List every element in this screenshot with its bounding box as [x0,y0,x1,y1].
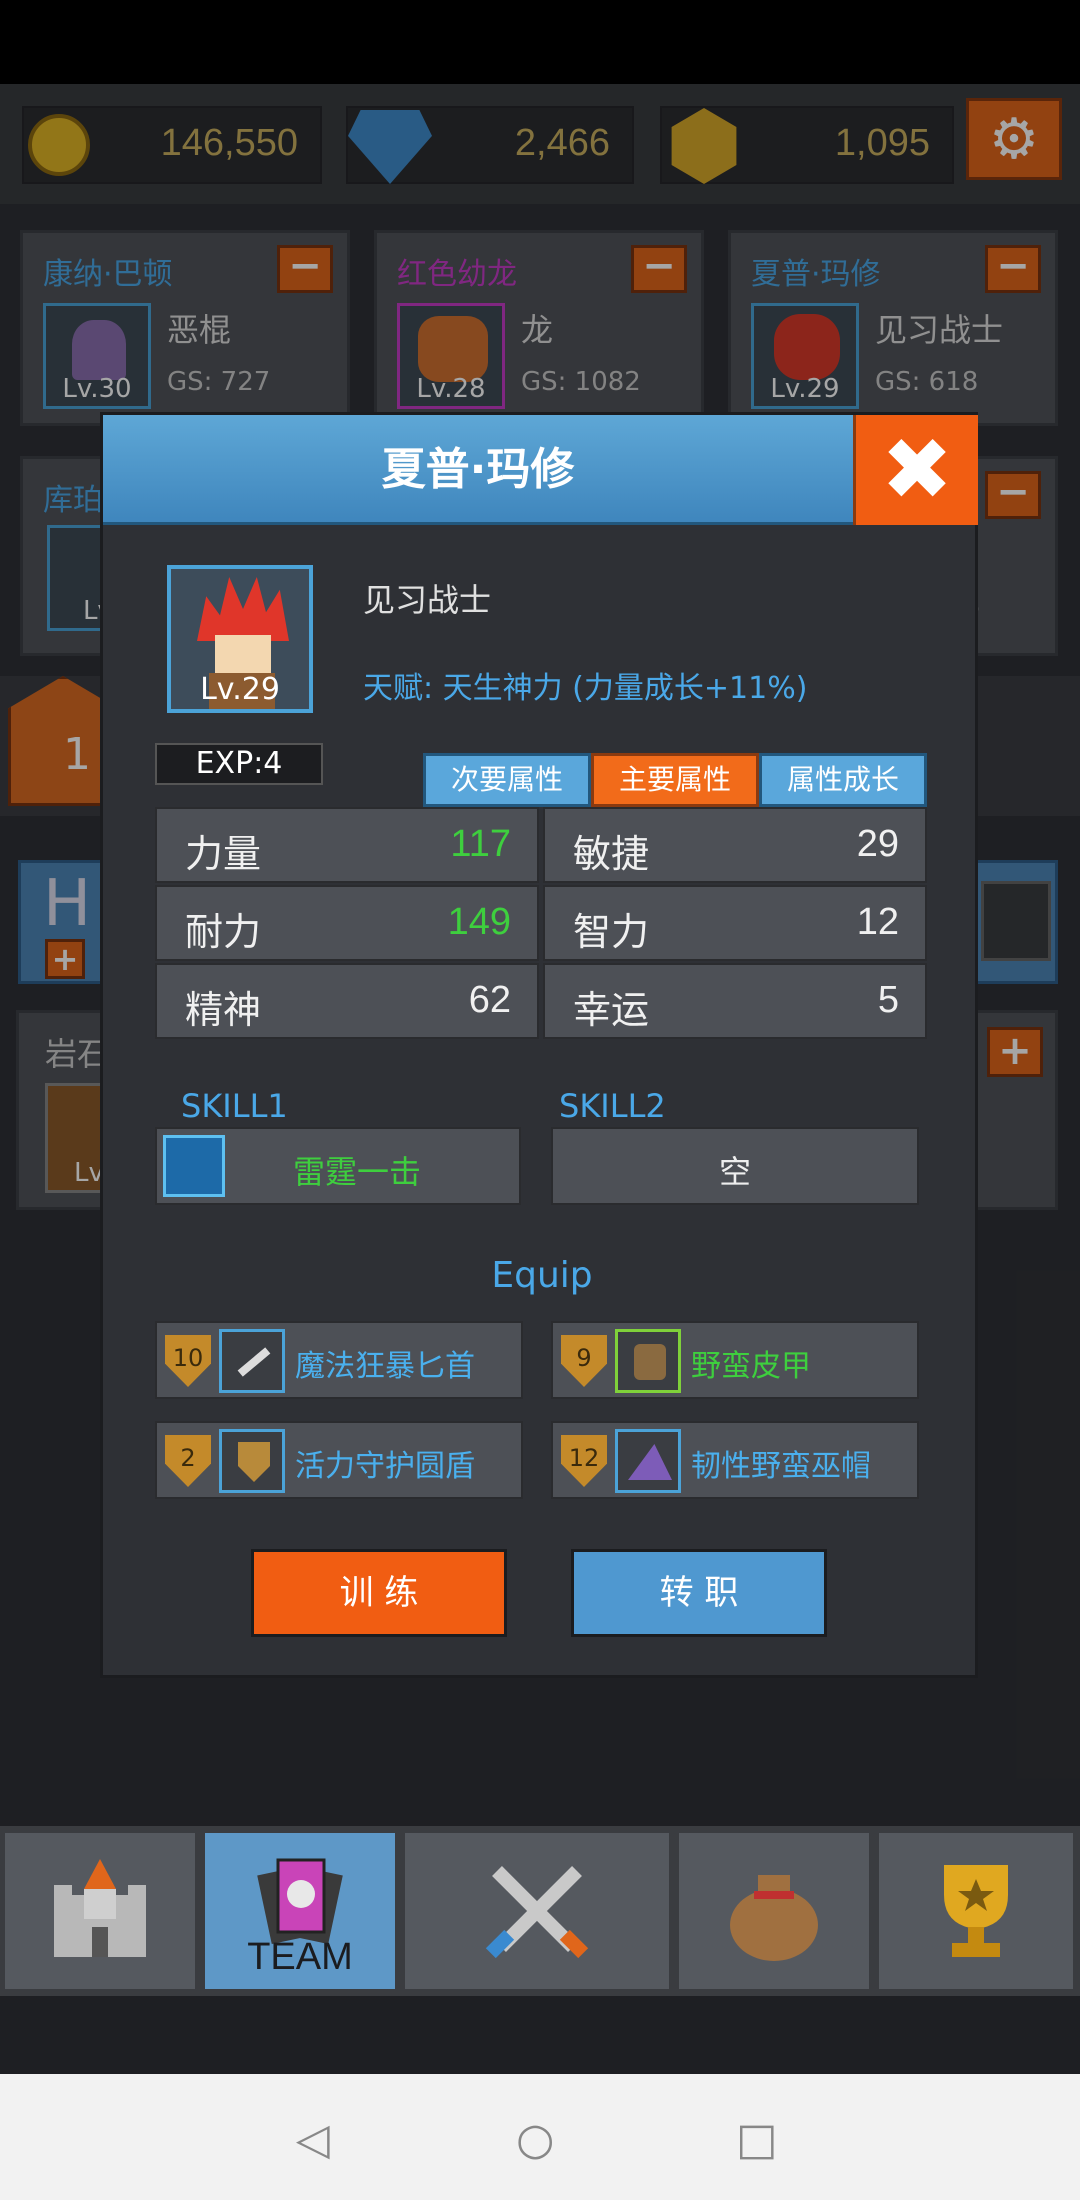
equip-slot-weapon[interactable]: 10 魔法狂暴匕首 [155,1321,523,1399]
stat-row: 力量 117 [155,807,539,883]
skill1-label: SKILL1 [181,1087,288,1125]
home-icon[interactable]: ○ [516,2114,554,2165]
stat-label: 耐力 [185,910,262,954]
job-change-button[interactable]: 转 职 [571,1549,827,1637]
hero-portrait: Lv.29 [167,565,313,713]
leather-armor-icon [615,1329,681,1393]
equip-slot-shield[interactable]: 2 活力守护圆盾 [155,1421,523,1499]
modal-title: 夏普·玛修 [381,444,575,495]
equip-name: 魔法狂暴匕首 [295,1349,475,1384]
bottom-nav: TEAM [0,1826,1080,1996]
castle-icon [54,1859,146,1957]
stat-label: 力量 [185,832,262,876]
trophy-icon [944,1865,1008,1957]
dagger-icon [219,1329,285,1393]
stat-value: 62 [468,979,511,1021]
close-icon: ✖ [880,420,954,520]
item-level-shield: 12 [561,1435,607,1487]
skill2-slot[interactable]: 空 [551,1127,919,1205]
stat-label: 敏捷 [573,832,650,876]
exp-display: EXP:4 [155,743,323,785]
nav-battle[interactable] [402,1830,672,1992]
system-nav-bar: ◁ ○ □ [0,2074,1080,2200]
train-button[interactable]: 训 练 [251,1549,507,1637]
nav-team-label: TEAM [247,1936,353,1978]
bag-icon [730,1875,818,1961]
stat-value: 149 [447,901,511,943]
equip-name: 活力守护圆盾 [295,1449,475,1484]
recents-icon[interactable]: □ [736,2114,778,2165]
equip-slot-helmet[interactable]: 12 韧性野蛮巫帽 [551,1421,919,1499]
stat-row: 精神 62 [155,963,539,1039]
back-icon[interactable]: ◁ [296,2114,330,2165]
item-level-shield: 2 [165,1435,211,1487]
wizard-hat-icon [615,1429,681,1493]
hero-face-sprite [215,635,271,677]
hero-level: Lv.29 [200,672,280,707]
skill1-name: 雷霆一击 [293,1153,422,1191]
nav-trophy[interactable] [876,1830,1076,1992]
status-bar [0,0,1080,84]
hero-detail-modal: 夏普·玛修 ✖ Lv.29 见习战士 天赋: 天生神力 (力量成长+11%) E… [100,412,978,1678]
round-shield-icon [219,1429,285,1493]
hero-hair-sprite [197,577,289,641]
stat-value: 12 [856,901,899,943]
stats-grid: 力量 117 敏捷 29 耐力 149 智力 12 精神 62 幸运 5 [155,807,933,1039]
stat-label: 精神 [185,988,262,1032]
skill2-name: 空 [718,1153,751,1191]
tab-attribute-growth[interactable]: 属性成长 [759,753,927,807]
hero-talent: 天赋: 天生神力 (力量成长+11%) [363,671,808,706]
equip-name: 韧性野蛮巫帽 [691,1449,871,1484]
stat-label: 幸运 [573,988,650,1032]
equip-slot-armor[interactable]: 9 野蛮皮甲 [551,1321,919,1399]
stat-label: 智力 [573,910,650,954]
modal-header: 夏普·玛修 [103,415,853,525]
stat-value: 5 [877,979,899,1021]
nav-bag[interactable] [676,1830,872,1992]
tab-primary-attributes[interactable]: 主要属性 [591,753,759,807]
nav-team[interactable]: TEAM [202,1830,398,1992]
stat-value: 29 [856,823,899,865]
close-button[interactable]: ✖ [853,415,978,525]
stat-row: 智力 12 [543,885,927,961]
item-level-shield: 9 [561,1335,607,1387]
nav-castle[interactable] [2,1830,198,1992]
tab-secondary-attributes[interactable]: 次要属性 [423,753,591,807]
swords-icon [485,1866,589,1959]
stat-row: 耐力 149 [155,885,539,961]
skill1-slot[interactable]: 雷霆一击 [155,1127,521,1205]
equip-title: Equip [491,1255,593,1296]
thunder-strike-icon [163,1135,225,1197]
skill2-label: SKILL2 [559,1087,666,1125]
equip-name: 野蛮皮甲 [691,1349,811,1384]
hero-class: 见习战士 [363,581,492,619]
stat-value: 117 [450,823,511,865]
stat-row: 幸运 5 [543,963,927,1039]
item-level-shield: 10 [165,1335,211,1387]
stat-row: 敏捷 29 [543,807,927,883]
